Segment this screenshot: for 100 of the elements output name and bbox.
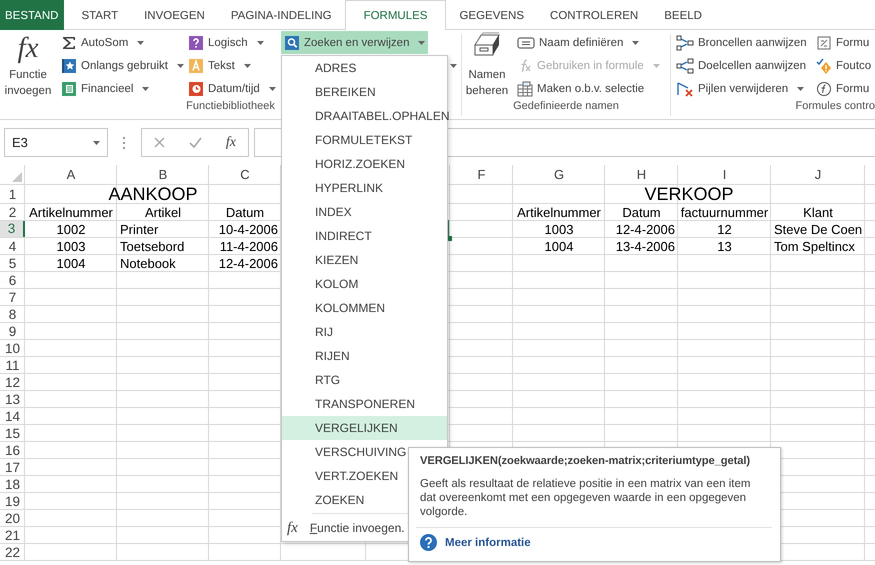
caret-icon: [450, 64, 457, 68]
row-header[interactable]: 9: [0, 323, 25, 340]
row-header[interactable]: 13: [0, 391, 25, 408]
ribbon-button[interactable]: AutoSom: [58, 31, 148, 54]
table-cell-text: 1004: [544, 238, 574, 255]
table-cell-text: 10-4-2006: [218, 221, 279, 238]
menu-item[interactable]: TRANSPONEREN: [282, 392, 447, 416]
more-info-link[interactable]: Meer informatie: [445, 536, 531, 548]
ribbon-button[interactable]: Broncellen aanwijzen: [673, 31, 810, 54]
column-header[interactable]: B: [117, 165, 209, 185]
row-header[interactable]: 8: [0, 306, 25, 323]
menu-item[interactable]: VERGELIJKEN: [282, 416, 447, 440]
ribbon-button[interactable]: Maken o.b.v. selectie: [514, 77, 648, 100]
row-header[interactable]: 18: [0, 476, 25, 493]
table-cell-text: 1004: [56, 255, 86, 272]
trace-precedents-icon: [676, 34, 694, 50]
ribbon-button[interactable]: Doelcellen aanwijzen: [673, 54, 810, 77]
table-cell-text: 12-4-2006: [614, 221, 676, 238]
menu-item[interactable]: RTG: [282, 368, 447, 392]
group-label: Gedefinieerde namen: [512, 100, 620, 114]
insert-function-button[interactable]: fx: [226, 134, 236, 150]
ribbon-tab[interactable]: INVOEGEN: [131, 0, 218, 30]
table-cell-text: 13-4-2006: [614, 238, 676, 255]
row-header[interactable]: 20: [0, 510, 25, 527]
insert-function-button[interactable]: fx Functie invoegen: [0, 31, 56, 100]
caret-icon: [142, 86, 150, 90]
row-header[interactable]: 16: [0, 442, 25, 459]
ribbon-tab[interactable]: START: [68, 0, 132, 30]
row-header[interactable]: 2: [0, 204, 25, 221]
column-header[interactable]: A: [25, 165, 117, 185]
ribbon-button[interactable]: Financieel: [58, 77, 152, 100]
error-check-icon: [816, 58, 832, 74]
table-cell-text: Toetsebord: [119, 238, 186, 255]
file-tab[interactable]: BESTAND: [0, 0, 64, 30]
clock-book-icon: [188, 80, 204, 96]
ribbon-tab[interactable]: GEGEVENS: [446, 0, 538, 30]
ribbon-button[interactable]: Formu: [813, 77, 872, 100]
menu-item[interactable]: INDIRECT: [282, 224, 447, 248]
menu-item[interactable]: INDEX: [282, 200, 447, 224]
row-header[interactable]: 3: [0, 221, 25, 237]
table-cell-text: 1003: [56, 238, 86, 255]
table-cell-text: Notebook: [119, 255, 177, 272]
row-header[interactable]: 11: [0, 357, 25, 374]
menu-item[interactable]: RIJ: [282, 320, 447, 344]
menu-item[interactable]: HORIZ.ZOEKEN: [282, 152, 447, 176]
ribbon-button[interactable]: Zoeken en verwijzen: [281, 31, 428, 54]
ribbon-tab[interactable]: PAGINA-INDELING: [218, 0, 345, 30]
name-box[interactable]: E3: [4, 128, 108, 157]
ribbon-button[interactable]: Foutco: [813, 54, 874, 77]
row-header[interactable]: 10: [0, 340, 25, 357]
menu-item[interactable]: DRAAITABEL.OPHALEN: [282, 104, 447, 128]
ribbon-button[interactable]: Datum/tijd: [185, 77, 279, 100]
row-header[interactable]: 15: [0, 425, 25, 442]
row-header[interactable]: 17: [0, 459, 25, 476]
ribbon-button[interactable]: Naam definiëren: [514, 31, 642, 54]
ribbon-button[interactable]: Formu: [813, 31, 872, 54]
help-book-icon: [188, 34, 204, 50]
function-symbol: fx: [18, 33, 38, 63]
ribbon-button[interactable]: Logisch: [185, 31, 267, 54]
row-header[interactable]: 4: [0, 238, 25, 255]
ribbon-tab[interactable]: CONTROLEREN: [537, 0, 652, 30]
row-header[interactable]: 21: [0, 527, 25, 544]
menu-item[interactable]: KOLOM: [282, 272, 447, 296]
column-header[interactable]: J: [771, 165, 865, 185]
column-header[interactable]: G: [513, 165, 605, 185]
row-header[interactable]: 19: [0, 493, 25, 510]
column-header[interactable]: H: [605, 165, 678, 185]
ribbon-tab[interactable]: BEELD: [651, 0, 715, 30]
table-cell-text: Artikelnummer: [28, 204, 114, 221]
row-header[interactable]: 22: [0, 544, 25, 561]
table-cell-text: 12-4-2006: [218, 255, 279, 272]
menu-item[interactable]: BEREIKEN: [282, 80, 447, 104]
menu-item[interactable]: KIEZEN: [282, 248, 447, 272]
row-header[interactable]: 14: [0, 408, 25, 425]
caret-icon: [137, 40, 144, 44]
row-header[interactable]: 1: [0, 185, 25, 204]
row-header[interactable]: 12: [0, 374, 25, 391]
column-header[interactable]: I: [678, 165, 771, 185]
row-header[interactable]: 6: [0, 272, 25, 289]
caret-icon: [652, 64, 660, 68]
grip-icon: [123, 136, 126, 150]
ribbon-tab[interactable]: FORMULES: [344, 0, 446, 30]
ribbon-button[interactable]: Onlangs gebruikt: [58, 54, 187, 77]
menu-item[interactable]: RIJEN: [282, 344, 447, 368]
column-header[interactable]: F: [450, 165, 513, 185]
table-cell-text: factuurnummer: [680, 204, 770, 221]
ribbon-button[interactable]: Pijlen verwijderen: [673, 77, 808, 100]
check-icon: [188, 137, 202, 148]
row-header[interactable]: 5: [0, 255, 25, 272]
ribbon-button[interactable]: Tekst: [185, 54, 254, 77]
menu-item[interactable]: ADRES: [282, 56, 447, 80]
table-cell-text: Steve De Coen: [773, 221, 864, 238]
column-header[interactable]: C: [209, 165, 281, 185]
name-manager-button[interactable]: Namen beheren: [462, 31, 512, 100]
menu-item[interactable]: KOLOMMEN: [282, 296, 447, 320]
row-header[interactable]: 7: [0, 289, 25, 306]
menu-item[interactable]: FORMULETEKST: [282, 128, 447, 152]
menu-item[interactable]: HYPERLINK: [282, 176, 447, 200]
cancel-icon: [154, 137, 165, 148]
caret-icon: [93, 140, 100, 144]
